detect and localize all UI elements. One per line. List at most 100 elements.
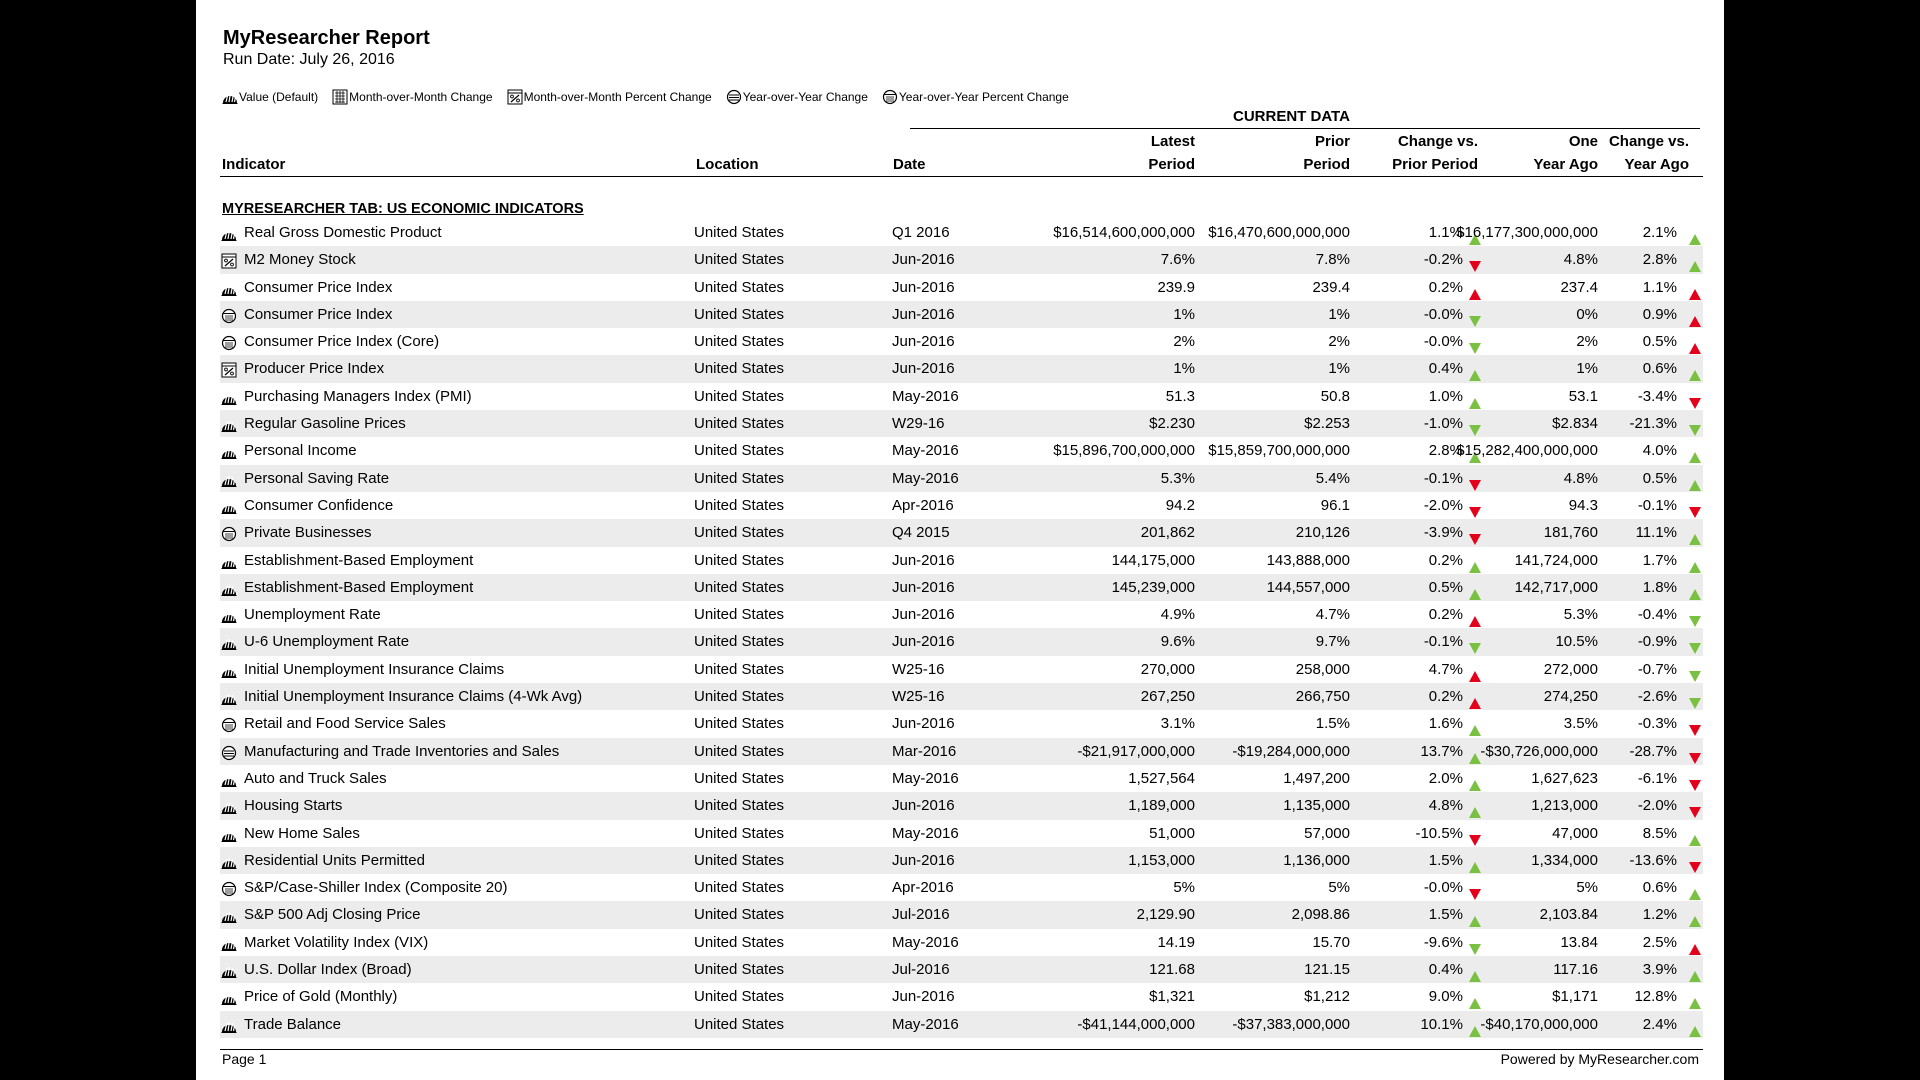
latest-period-cell: 144,175,000 [1111,551,1195,569]
indicator-name[interactable]: U-6 Unemployment Rate [244,628,409,655]
mom-percent-icon [507,89,523,105]
indicator-name[interactable]: Establishment-Based Employment [244,547,473,574]
up-arrow-icon [1689,343,1701,355]
change-prior-cell: 0.2% [1428,278,1463,296]
table-row[interactable]: Regular Gasoline Prices United States W29-… [220,410,1703,438]
indicator-name[interactable]: Personal Saving Rate [244,465,389,492]
latest-period-cell: 145,239,000 [1111,578,1195,596]
table-row[interactable]: Auto and Truck Sales United States May-201… [220,765,1703,792]
value-icon [221,284,237,296]
indicator-name[interactable]: Establishment-Based Employment [244,574,473,601]
latest-period-cell: 7.6% [1160,251,1195,269]
yoy-percent-icon [221,882,237,897]
table-row[interactable]: Unemployment Rate United States Jun-2016 4.… [220,601,1703,628]
change-prior-cell: 1.6% [1428,715,1463,733]
change-year-cell: -0.9% [1637,633,1677,651]
indicator-table: Real Gross Domestic Product United States… [220,219,1703,1038]
latest-period-cell: 239.9 [1157,278,1195,296]
indicator-name[interactable]: Regular Gasoline Prices [244,410,406,437]
table-row[interactable]: Consumer Confidence United States Apr-2016… [220,492,1703,519]
indicator-name[interactable]: Manufacturing and Trade Inventories and … [244,738,559,765]
indicator-name[interactable]: Price of Gold (Monthly) [244,983,397,1010]
indicator-name[interactable]: New Home Sales [244,820,360,847]
indicator-name[interactable]: Trade Balance [244,1011,341,1038]
latest-period-cell: 1,527,564 [1128,769,1195,787]
table-row[interactable]: Real Gross Domestic Product United States… [220,219,1703,246]
down-arrow-icon [1469,343,1481,355]
prior-period-cell: 121.15 [1304,961,1350,979]
table-row[interactable]: Consumer Price Index United States Jun-201… [220,300,1703,329]
table-row[interactable]: Manufacturing and Trade Inventories and … [220,737,1703,765]
indicator-name[interactable]: Consumer Price Index (Core) [244,328,439,355]
table-row[interactable]: S&P/Case-Shiller Index (Composite 20) Uni… [220,874,1703,901]
page-number: Page 1 [222,1051,267,1067]
date-cell: Jun-2016 [892,278,955,296]
change-year-cell: -2.6% [1637,688,1677,706]
up-arrow-icon [1689,288,1701,300]
up-arrow-icon [1689,452,1701,464]
location-cell: United States [694,578,785,596]
indicator-name[interactable]: Initial Unemployment Insurance Claims (4… [244,683,582,710]
value-icon [221,448,237,460]
indicator-name[interactable]: Purchasing Managers Index (PMI) [244,383,472,410]
table-row[interactable]: S&P 500 Adj Closing Price United States Ju… [220,901,1703,929]
change-year-cell: -13.6% [1629,851,1677,869]
prior-period-cell: 1,497,200 [1283,769,1350,787]
table-row[interactable]: Residential Units Permitted United States… [220,846,1703,875]
location-cell: United States [694,305,785,323]
indicator-name[interactable]: Personal Income [244,437,357,464]
indicator-name[interactable]: Unemployment Rate [244,601,381,628]
table-row[interactable]: Price of Gold (Monthly) United States Jun-… [220,983,1703,1010]
change-prior-cell: -3.9% [1423,524,1463,542]
latest-period-cell: $16,514,600,000,000 [1053,224,1195,241]
indicator-name[interactable]: Real Gross Domestic Product [244,219,442,246]
table-row[interactable]: Initial Unemployment Insurance Claims Uni… [220,656,1703,683]
table-row[interactable]: Initial Unemployment Insurance Claims (4… [220,683,1703,711]
indicator-name[interactable]: Consumer Price Index [244,274,392,301]
table-row[interactable]: Market Volatility Index (VIX) United Stat… [220,929,1703,956]
indicator-name[interactable]: Residential Units Permitted [244,847,425,874]
indicator-name[interactable]: Consumer Price Index [244,301,392,328]
year-ago-cell: 4.8% [1563,469,1598,487]
indicator-name[interactable]: Auto and Truck Sales [244,765,387,792]
table-row[interactable]: Establishment-Based Employment United Sta… [220,573,1703,602]
table-row[interactable]: Consumer Price Index (Core) United States… [220,328,1703,355]
table-row[interactable]: Personal Saving Rate United States May-201… [220,464,1703,492]
table-row[interactable]: Retail and Food Service Sales United Stat… [220,710,1703,737]
header-chg-2: Prior Period [1392,156,1478,173]
year-ago-cell: 272,000 [1543,660,1598,678]
location-cell: United States [694,824,785,842]
table-row[interactable]: Producer Price Index United States Jun-201… [220,355,1703,383]
table-row[interactable]: Trade Balance United States May-2016 -$41,1… [220,1010,1703,1038]
header-prior-2: Period [1303,156,1350,173]
indicator-name[interactable]: U.S. Dollar Index (Broad) [244,956,412,983]
latest-period-cell: -$21,917,000,000 [1077,742,1195,760]
indicator-name[interactable]: Private Businesses [244,519,372,546]
table-row[interactable]: M2 Money Stock United States Jun-2016 7.6% 7… [220,246,1703,274]
table-row[interactable]: Purchasing Managers Index (PMI) United St… [220,383,1703,410]
indicator-name[interactable]: Consumer Confidence [244,492,393,519]
table-row[interactable]: Private Businesses United States Q4 2015 20… [220,519,1703,547]
indicator-name[interactable]: Housing Starts [244,792,342,819]
indicator-name[interactable]: S&P/Case-Shiller Index (Composite 20) [244,874,507,901]
date-cell: Jul-2016 [892,961,950,979]
indicator-name[interactable]: Retail and Food Service Sales [244,710,446,737]
table-row[interactable]: U-6 Unemployment Rate United States Jun-20… [220,628,1703,656]
table-row[interactable]: Personal Income United States May-2016 $15,… [220,437,1703,464]
table-row[interactable]: New Home Sales United States May-2016 51,00… [220,820,1703,847]
indicator-name[interactable]: M2 Money Stock [244,246,356,273]
legend-item-yoy-change: Year-over-Year Change [726,89,868,105]
table-row[interactable]: U.S. Dollar Index (Broad) United States Ju… [220,956,1703,984]
location-cell: United States [694,387,785,405]
latest-period-cell: 1,153,000 [1128,851,1195,869]
table-row[interactable]: Housing Starts United States Jun-2016 1,189… [220,792,1703,820]
table-row[interactable]: Consumer Price Index United States Jun-201… [220,274,1703,301]
indicator-name[interactable]: Producer Price Index [244,355,384,382]
up-arrow-icon [1469,588,1481,600]
table-row[interactable]: Establishment-Based Employment United Sta… [220,547,1703,574]
down-arrow-icon [1469,834,1481,846]
year-ago-cell: 181,760 [1543,524,1598,542]
indicator-name[interactable]: Market Volatility Index (VIX) [244,929,428,956]
indicator-name[interactable]: S&P 500 Adj Closing Price [244,901,421,928]
indicator-name[interactable]: Initial Unemployment Insurance Claims [244,656,504,683]
